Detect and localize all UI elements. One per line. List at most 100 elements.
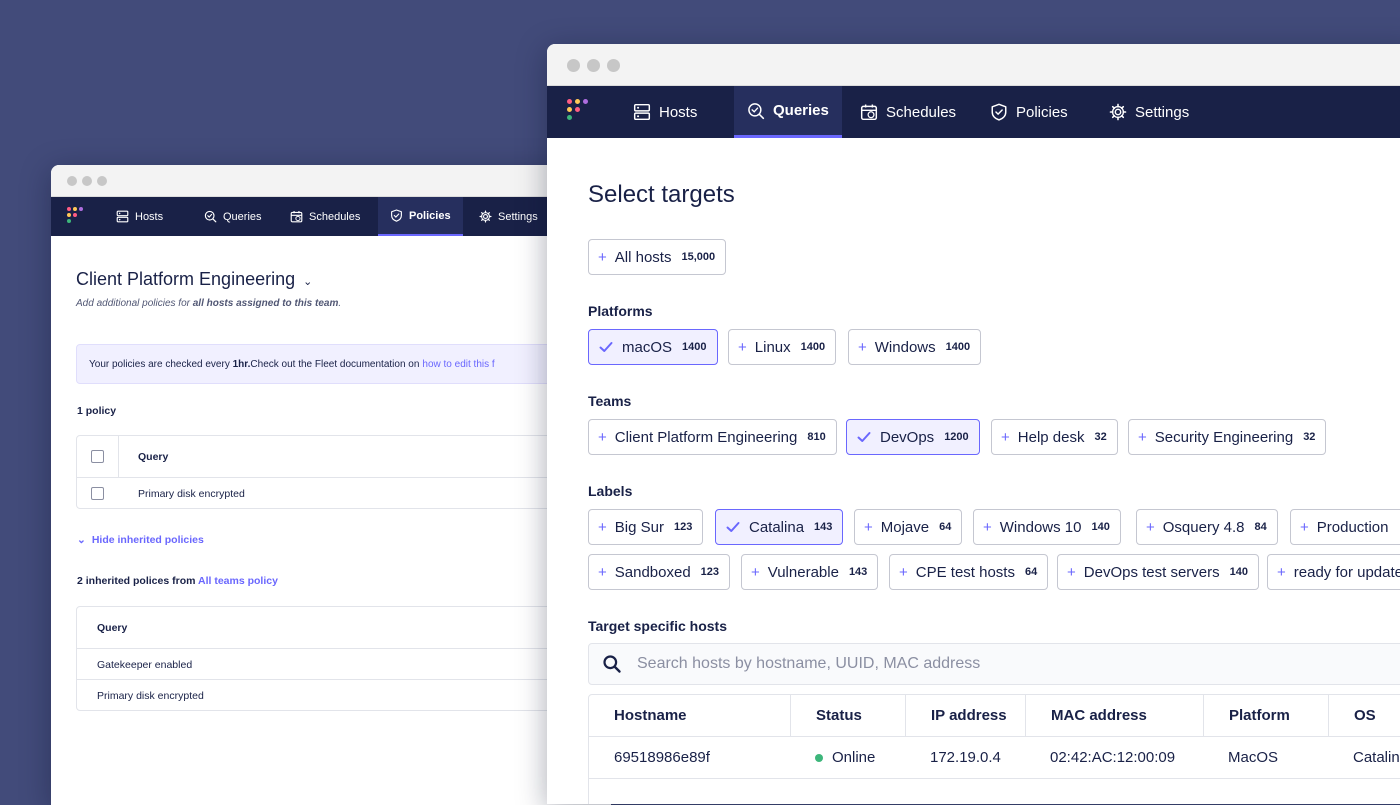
window-minimize-dot[interactable] bbox=[82, 176, 92, 186]
fleet-logo-icon[interactable] bbox=[567, 99, 595, 127]
target-chip-ready-for-update[interactable]: + ready for update bbox=[1267, 554, 1400, 590]
chip-label: ready for update bbox=[1293, 563, 1400, 581]
table-row[interactable]: Primary disk encrypted bbox=[77, 679, 611, 712]
nav-schedules[interactable]: Schedules bbox=[281, 197, 369, 236]
target-chip-sandboxed[interactable]: + Sandboxed 123 bbox=[588, 554, 731, 590]
column-header-query[interactable]: Query bbox=[138, 451, 168, 463]
all-teams-policy-link[interactable]: All teams policy bbox=[198, 575, 278, 587]
nav-settings[interactable]: Settings bbox=[1096, 86, 1202, 138]
target-chip-cpe-test-hosts[interactable]: + CPE test hosts 64 bbox=[889, 554, 1049, 590]
team-selector[interactable]: Client Platform Engineering ⌄ bbox=[76, 269, 312, 290]
select-targets-window: Hosts Queries Schedules Policies Setting… bbox=[547, 44, 1400, 804]
policy-name[interactable]: Primary disk encrypted bbox=[97, 690, 204, 702]
nav-settings-label: Settings bbox=[1135, 103, 1190, 121]
window-close-dot[interactable] bbox=[567, 59, 580, 72]
nav-schedules-label: Schedules bbox=[886, 103, 957, 121]
check-icon bbox=[856, 429, 872, 445]
target-chip-help-desk[interactable]: + Help desk 32 bbox=[991, 419, 1118, 455]
fleet-logo-icon[interactable] bbox=[67, 207, 87, 227]
nav-schedules[interactable]: Schedules bbox=[847, 86, 969, 138]
subtitle-bold: all hosts assigned to this team bbox=[192, 298, 339, 309]
shield-icon bbox=[391, 209, 402, 222]
table-row[interactable]: Primary disk encrypted bbox=[77, 477, 611, 510]
query-icon bbox=[748, 102, 765, 119]
plus-icon: + bbox=[858, 338, 867, 356]
column-divider bbox=[118, 436, 119, 477]
search-icon bbox=[602, 654, 622, 674]
window-zoom-dot[interactable] bbox=[607, 59, 620, 72]
column-header-os[interactable]: OS bbox=[1328, 695, 1400, 736]
target-chip-client-platform-engineering[interactable]: + Client Platform Engineering 810 bbox=[588, 419, 837, 455]
nav-policies[interactable]: Policies bbox=[378, 197, 463, 236]
hosts-table: Hostname Status IP address MAC address P… bbox=[588, 694, 1400, 804]
plus-icon: + bbox=[598, 563, 607, 581]
cell-hostname[interactable]: 69518986e89f bbox=[589, 737, 790, 778]
target-chip-windows[interactable]: + Windows 1400 bbox=[848, 329, 982, 365]
toggle-label: Hide inherited policies bbox=[91, 534, 204, 546]
target-chip-production[interactable]: + Production bbox=[1290, 509, 1400, 545]
chip-count: 15,000 bbox=[681, 251, 716, 263]
chevron-down-icon: ⌄ bbox=[77, 534, 86, 546]
host-search-input[interactable] bbox=[635, 654, 1339, 674]
banner-bold: 1hr. bbox=[232, 358, 251, 370]
cell-mac-address: 02:42:AC:12:00:09 bbox=[1050, 749, 1176, 766]
plus-icon: + bbox=[1138, 428, 1147, 446]
docs-link[interactable]: how to edit this f bbox=[422, 359, 494, 370]
select-all-checkbox[interactable] bbox=[91, 450, 104, 463]
chip-label: Catalina bbox=[749, 518, 805, 536]
team-title: Client Platform Engineering bbox=[76, 269, 296, 289]
chip-count: 1400 bbox=[945, 341, 971, 353]
subtitle-prefix: Add additional policies for bbox=[76, 298, 193, 309]
target-chip-windows-10[interactable]: + Windows 10 140 bbox=[973, 509, 1121, 545]
target-chip-security-engineering[interactable]: + Security Engineering 32 bbox=[1128, 419, 1327, 455]
teams-heading: Teams bbox=[588, 393, 632, 409]
nav-hosts[interactable]: Hosts bbox=[107, 197, 172, 236]
plus-icon: + bbox=[864, 518, 873, 536]
nav-hosts[interactable]: Hosts bbox=[620, 86, 710, 138]
nav-queries[interactable]: Queries bbox=[195, 197, 271, 236]
target-chip-mojave[interactable]: + Mojave 64 bbox=[854, 509, 963, 545]
policy-name[interactable]: Gatekeeper enabled bbox=[97, 659, 192, 671]
column-header-query[interactable]: Query bbox=[97, 622, 127, 634]
banner-middle: Check out the Fleet documentation on bbox=[250, 358, 420, 370]
nav-policies[interactable]: Policies bbox=[977, 86, 1081, 138]
plus-icon: + bbox=[598, 428, 607, 446]
window-minimize-dot[interactable] bbox=[587, 59, 600, 72]
target-chip-catalina[interactable]: Catalina 143 bbox=[715, 509, 844, 545]
nav-settings[interactable]: Settings bbox=[470, 197, 547, 236]
window-zoom-dot[interactable] bbox=[97, 176, 107, 186]
cell-ip-address: 172.19.0.4 bbox=[930, 749, 1001, 766]
hide-inherited-toggle[interactable]: ⌄ Hide inherited policies bbox=[77, 534, 204, 546]
chip-label: Windows 10 bbox=[999, 518, 1082, 536]
column-header-hostname[interactable]: Hostname bbox=[589, 695, 790, 736]
target-chip-macos[interactable]: macOS 1400 bbox=[588, 329, 718, 365]
nav-schedules-label: Schedules bbox=[309, 210, 361, 223]
target-chip-vulnerable[interactable]: + Vulnerable 143 bbox=[741, 554, 879, 590]
gear-icon bbox=[1109, 103, 1127, 121]
chip-count: 84 bbox=[1254, 521, 1267, 533]
column-header-mac-address[interactable]: MAC address bbox=[1025, 695, 1203, 736]
table-row[interactable]: 69518986e89f Online 172.19.0.4 02:42:AC:… bbox=[589, 737, 1400, 779]
status-label: Online bbox=[832, 749, 876, 766]
column-header-platform[interactable]: Platform bbox=[1203, 695, 1328, 736]
target-chip-devops-test-servers[interactable]: + DevOps test servers 140 bbox=[1057, 554, 1259, 590]
column-header-status[interactable]: Status bbox=[790, 695, 905, 736]
column-header-ip-address[interactable]: IP address bbox=[905, 695, 1025, 736]
policy-name[interactable]: Primary disk encrypted bbox=[138, 488, 245, 500]
inherited-heading: 2 inherited polices from All teams polic… bbox=[77, 575, 278, 587]
target-chip-all-hosts[interactable]: + All hosts 15,000 bbox=[588, 239, 727, 275]
target-chip-devops[interactable]: DevOps 1200 bbox=[846, 419, 980, 455]
target-chip-osquery-4-8[interactable]: + Osquery 4.8 84 bbox=[1136, 509, 1278, 545]
nav-policies-label: Policies bbox=[1016, 103, 1068, 121]
labels-heading: Labels bbox=[588, 483, 633, 499]
shield-icon bbox=[991, 103, 1007, 121]
team-subtitle: Add additional policies for all hosts as… bbox=[76, 298, 341, 309]
window-close-dot[interactable] bbox=[67, 176, 77, 186]
target-chip-big-sur[interactable]: + Big Sur 123 bbox=[588, 509, 704, 545]
nav-queries[interactable]: Queries bbox=[734, 86, 842, 138]
row-checkbox[interactable] bbox=[91, 487, 104, 500]
table-row[interactable]: Gatekeeper enabled bbox=[77, 648, 611, 680]
target-chip-linux[interactable]: + Linux 1400 bbox=[728, 329, 837, 365]
chip-label: DevOps test servers bbox=[1083, 563, 1220, 581]
chip-count: 64 bbox=[939, 521, 952, 533]
